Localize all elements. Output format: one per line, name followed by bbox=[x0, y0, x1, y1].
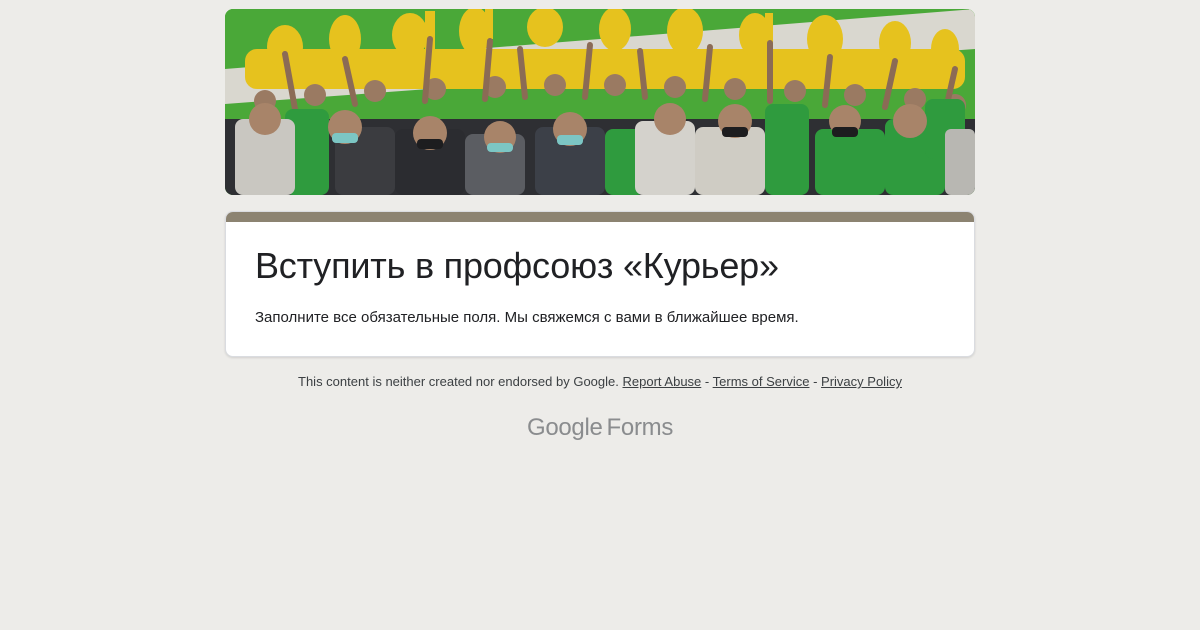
form-container: Вступить в профсоюз «Курьер» Заполните в… bbox=[225, 9, 975, 357]
form-title: Вступить в профсоюз «Курьер» bbox=[255, 245, 779, 286]
disclaimer-text: This content is neither created nor endo… bbox=[298, 374, 619, 389]
forms-logo-text: Forms bbox=[606, 414, 674, 441]
crowd-photo-banner bbox=[225, 9, 975, 195]
google-forms-logo[interactable]: Google Forms bbox=[0, 414, 1200, 442]
separator: - bbox=[704, 374, 710, 389]
card-body: Вступить в профсоюз «Курьер» Заполните в… bbox=[226, 222, 974, 356]
card-accent-bar bbox=[226, 212, 974, 222]
privacy-policy-link[interactable]: Privacy Policy bbox=[821, 374, 902, 389]
separator: - bbox=[813, 374, 818, 389]
google-logo-text: Google bbox=[526, 414, 603, 441]
form-description: Заполните все обязательные поля. Мы свяж… bbox=[255, 309, 799, 326]
form-header-card: Вступить в профсоюз «Курьер» Заполните в… bbox=[225, 211, 975, 357]
terms-of-service-link[interactable]: Terms of Service bbox=[713, 374, 810, 389]
report-abuse-link[interactable]: Report Abuse bbox=[623, 374, 702, 389]
header-banner-image bbox=[225, 9, 975, 195]
footer-disclaimer: This content is neither created nor endo… bbox=[0, 374, 1200, 389]
